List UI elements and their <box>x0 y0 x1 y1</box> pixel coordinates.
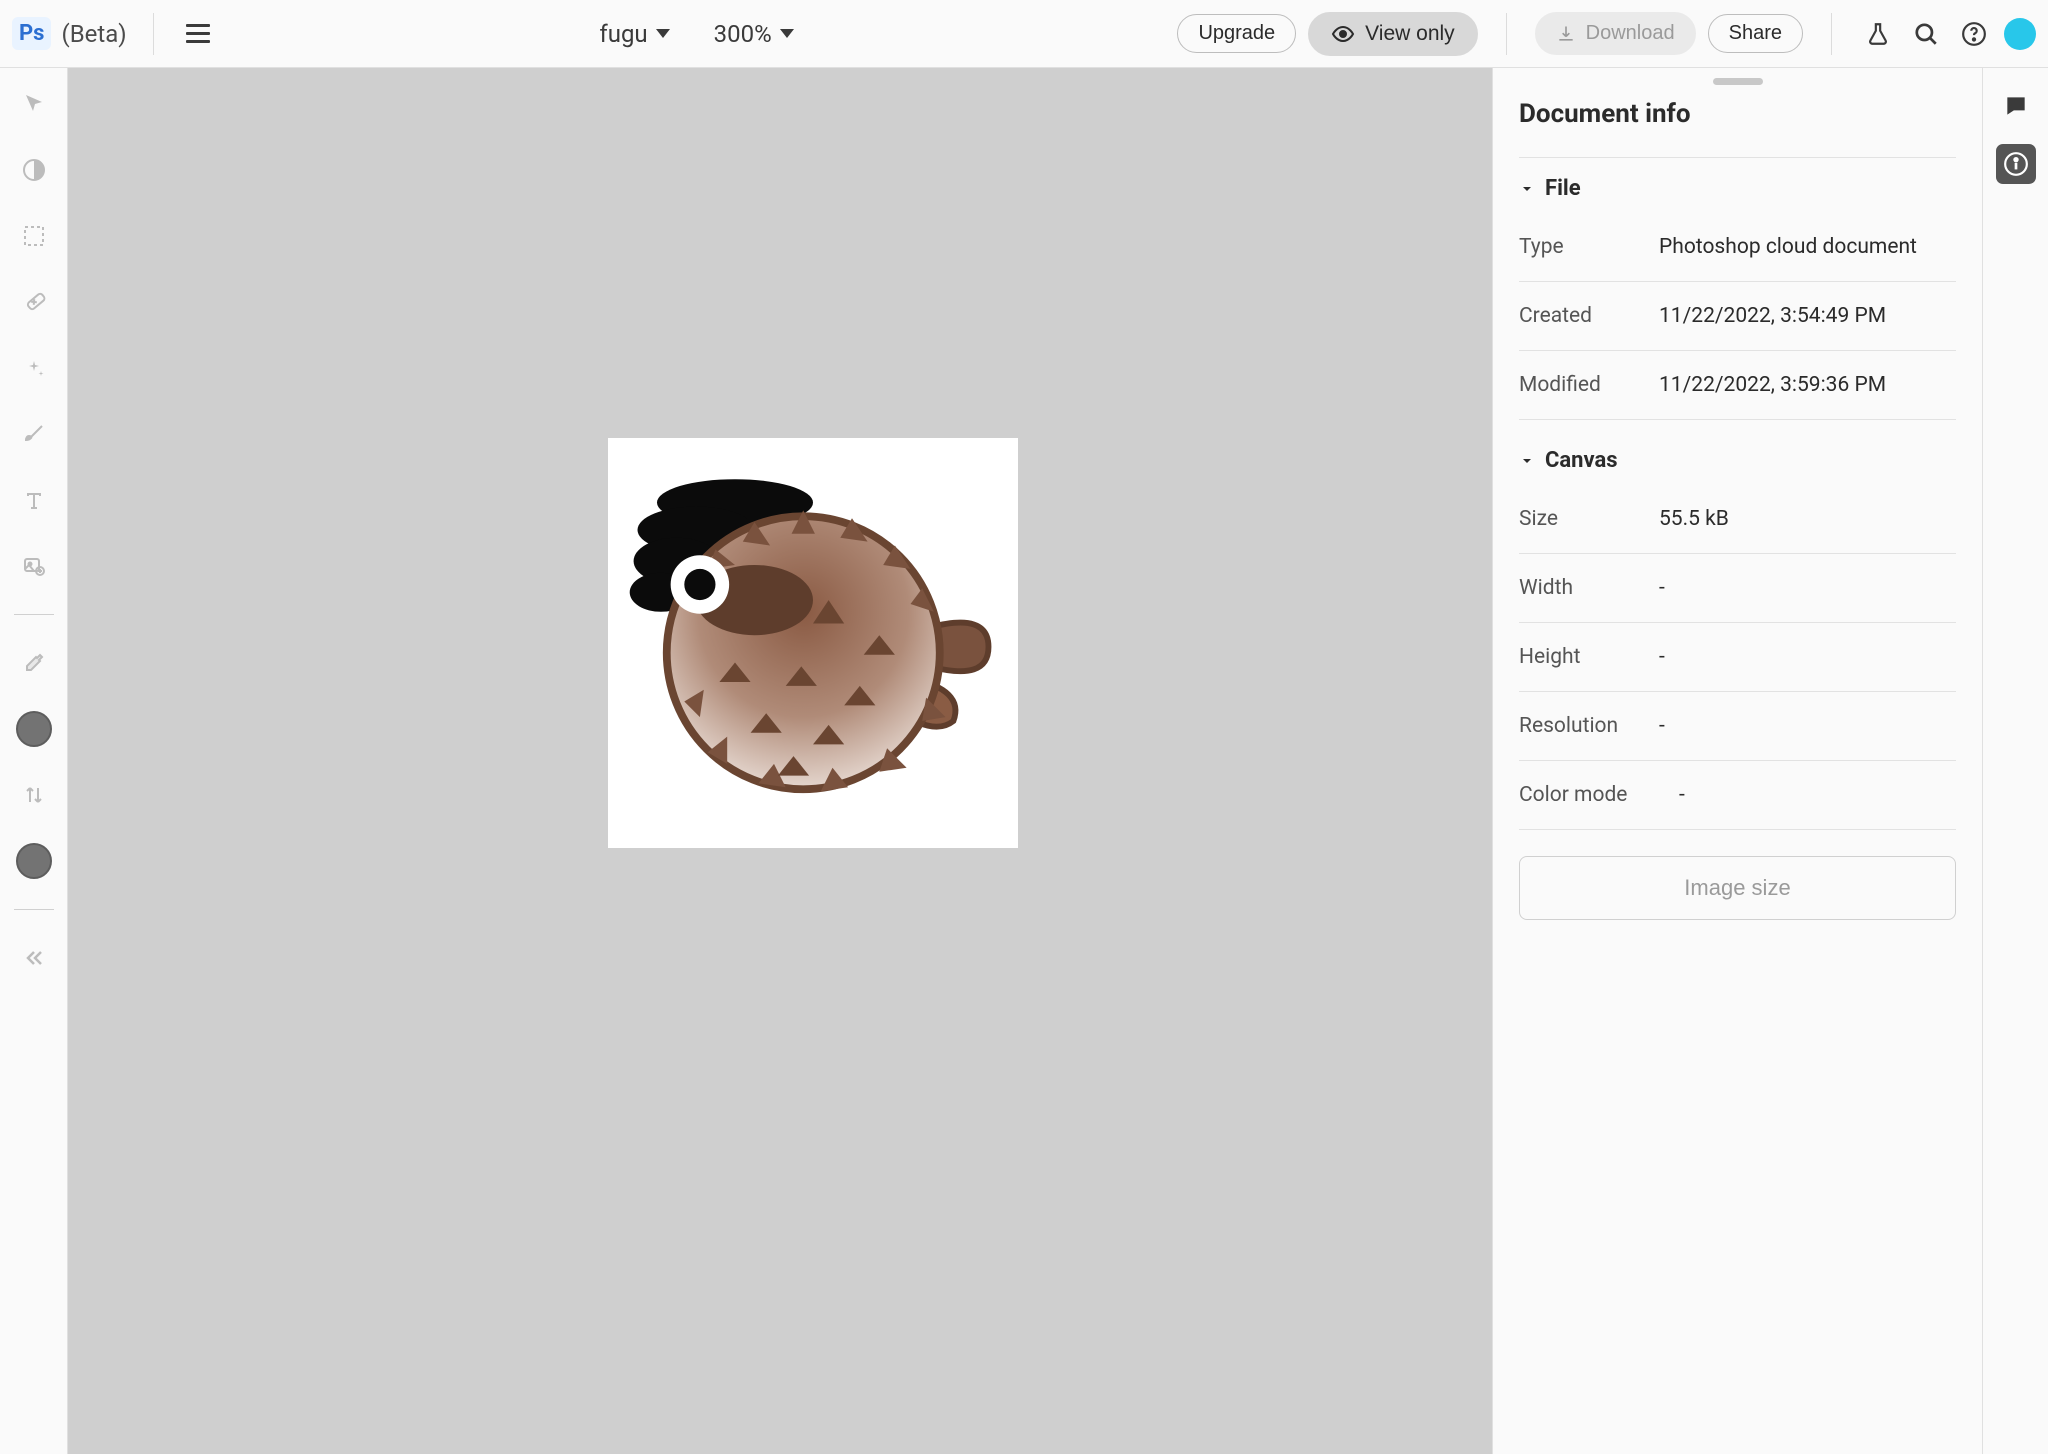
eyedropper-tool[interactable] <box>16 645 52 681</box>
file-section-toggle[interactable]: File <box>1519 176 1956 201</box>
canvas-resolution-row: Resolution - <box>1519 692 1956 761</box>
add-image-tool[interactable] <box>16 548 52 584</box>
file-type-value: Photoshop cloud document <box>1659 235 1917 259</box>
left-toolbar <box>0 68 68 1454</box>
chevron-down-icon <box>656 29 670 38</box>
user-avatar[interactable] <box>2004 18 2036 50</box>
help-icon[interactable] <box>1956 16 1992 52</box>
document-artwork <box>618 448 1008 838</box>
app-header: Ps (Beta) fugu 300% Upgrade View only <box>0 0 2048 68</box>
collapse-toolbar-icon[interactable] <box>16 940 52 976</box>
background-color-swatch[interactable] <box>16 843 52 879</box>
canvas-height-row: Height - <box>1519 623 1956 692</box>
canvas-colormode-value: - <box>1679 783 1685 807</box>
view-only-button[interactable]: View only <box>1308 12 1478 56</box>
toolbar-separator <box>14 909 54 910</box>
app-logo[interactable]: Ps <box>12 17 51 50</box>
right-rail <box>1982 68 2048 1454</box>
canvas-section-toggle[interactable]: Canvas <box>1519 448 1956 473</box>
canvas-area[interactable] <box>68 68 1492 1454</box>
file-modified-label: Modified <box>1519 373 1659 397</box>
view-only-label: View only <box>1365 22 1455 46</box>
divider <box>1506 13 1507 55</box>
chevron-down-icon <box>780 29 794 38</box>
foreground-color-swatch[interactable] <box>16 711 52 747</box>
marquee-tool[interactable] <box>16 218 52 254</box>
document-canvas[interactable] <box>608 438 1018 848</box>
canvas-width-label: Width <box>1519 576 1659 600</box>
labs-icon[interactable] <box>1860 16 1896 52</box>
chevron-down-icon <box>1519 453 1535 469</box>
canvas-height-value: - <box>1659 645 1665 669</box>
text-tool[interactable] <box>16 482 52 518</box>
header-center: fugu 300% <box>216 20 1178 48</box>
canvas-height-label: Height <box>1519 645 1659 669</box>
beta-label: (Beta) <box>61 20 126 48</box>
info-tab-icon[interactable] <box>1996 144 2036 184</box>
image-size-button[interactable]: Image size <box>1519 856 1956 920</box>
panel-title: Document info <box>1519 99 1956 129</box>
heal-tool[interactable] <box>16 284 52 320</box>
canvas-size-row: Size 55.5 kB <box>1519 485 1956 554</box>
canvas-size-value: 55.5 kB <box>1659 507 1729 531</box>
canvas-resolution-value: - <box>1659 714 1665 738</box>
file-type-row: Type Photoshop cloud document <box>1519 213 1956 282</box>
document-name-dropdown[interactable]: fugu <box>599 20 669 48</box>
file-modified-value: 11/22/2022, 3:59:36 PM <box>1659 373 1886 397</box>
comments-tab-icon[interactable] <box>1996 86 2036 126</box>
file-type-label: Type <box>1519 235 1659 259</box>
sparkle-tool[interactable] <box>16 350 52 386</box>
hamburger-menu-icon[interactable] <box>180 18 216 49</box>
divider <box>1831 13 1832 55</box>
header-left: Ps (Beta) <box>12 13 216 55</box>
share-button[interactable]: Share <box>1708 14 1803 53</box>
swap-colors-icon[interactable] <box>16 777 52 813</box>
canvas-section-title: Canvas <box>1545 448 1618 473</box>
download-label: Download <box>1586 22 1675 45</box>
divider <box>153 13 154 55</box>
zoom-dropdown[interactable]: 300% <box>714 20 794 48</box>
canvas-colormode-row: Color mode - <box>1519 761 1956 830</box>
header-right: Upgrade View only Download Share <box>1177 12 2036 56</box>
file-created-label: Created <box>1519 304 1659 328</box>
download-icon <box>1556 24 1576 44</box>
canvas-colormode-label: Color mode <box>1519 783 1679 807</box>
zoom-level: 300% <box>714 20 772 48</box>
toolbar-separator <box>14 614 54 615</box>
file-created-row: Created 11/22/2022, 3:54:49 PM <box>1519 282 1956 351</box>
document-name: fugu <box>599 20 647 48</box>
file-section-title: File <box>1545 176 1581 201</box>
eye-icon <box>1331 22 1355 46</box>
file-modified-row: Modified 11/22/2022, 3:59:36 PM <box>1519 351 1956 420</box>
move-tool[interactable] <box>16 86 52 122</box>
download-button: Download <box>1535 12 1696 55</box>
chevron-down-icon <box>1519 181 1535 197</box>
canvas-resolution-label: Resolution <box>1519 714 1659 738</box>
mask-tool[interactable] <box>16 152 52 188</box>
panel-drag-handle[interactable] <box>1713 78 1763 85</box>
upgrade-button[interactable]: Upgrade <box>1177 14 1296 53</box>
search-icon[interactable] <box>1908 16 1944 52</box>
document-info-panel: Document info File Type Photoshop cloud … <box>1492 68 1982 1454</box>
canvas-size-label: Size <box>1519 507 1659 531</box>
brush-tool[interactable] <box>16 416 52 452</box>
canvas-width-row: Width - <box>1519 554 1956 623</box>
main-area: Document info File Type Photoshop cloud … <box>0 68 2048 1454</box>
file-created-value: 11/22/2022, 3:54:49 PM <box>1659 304 1886 328</box>
canvas-width-value: - <box>1659 576 1665 600</box>
